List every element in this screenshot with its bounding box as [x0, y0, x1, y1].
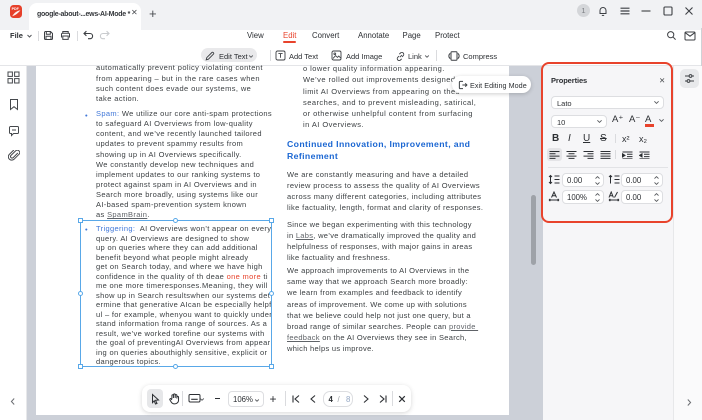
svg-text:PDF: PDF — [12, 7, 20, 11]
